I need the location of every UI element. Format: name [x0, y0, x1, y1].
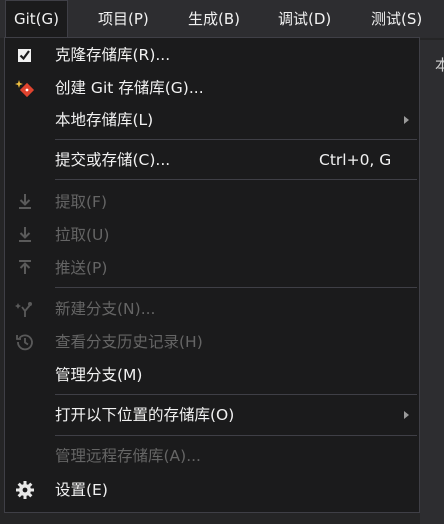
- menu-git[interactable]: Git(G): [5, 0, 68, 39]
- menu-project[interactable]: 项目(P): [90, 0, 157, 38]
- background-hint-text: 本: [434, 56, 444, 74]
- menu-item-create-git-repository[interactable]: 创建 Git 存储库(G)...: [5, 72, 419, 104]
- history-icon: [15, 332, 35, 352]
- menu-item-label: 管理分支(M): [55, 366, 143, 384]
- menu-separator: [55, 179, 417, 180]
- menu-item-label: 设置(E): [55, 481, 108, 499]
- pull-icon: [15, 225, 35, 245]
- menu-item-new-branch[interactable]: 新建分支(N)...: [5, 293, 419, 325]
- menu-debug[interactable]: 调试(D): [270, 0, 339, 38]
- menu-item-label: 本地存储库(L): [55, 111, 154, 129]
- menu-item-manage-branches[interactable]: 管理分支(M): [5, 359, 419, 391]
- menu-item-settings[interactable]: 设置(E): [5, 474, 419, 506]
- menu-separator: [55, 435, 417, 436]
- menu-build[interactable]: 生成(B): [180, 0, 248, 38]
- git-dropdown-menu: 克隆存储库(R)... 创建 Git 存储库(G)... 本地存储库(L) 提交…: [4, 37, 420, 513]
- menu-item-label: 提交或存储(C)...: [55, 151, 171, 169]
- menu-item-manage-remotes[interactable]: 管理远程存储库(A)...: [5, 440, 419, 472]
- menu-item-view-branch-history[interactable]: 查看分支历史记录(H): [5, 326, 419, 358]
- submenu-arrow-icon: [404, 116, 409, 124]
- fetch-icon: [15, 192, 35, 212]
- clone-repository-icon: [15, 45, 35, 65]
- menu-item-label: 查看分支历史记录(H): [55, 333, 203, 351]
- create-git-repository-icon: [15, 78, 35, 98]
- menu-item-commit-or-stash[interactable]: 提交或存储(C)... Ctrl+0, G: [5, 144, 419, 176]
- menu-separator: [55, 394, 417, 395]
- menu-item-push[interactable]: 推送(P): [5, 252, 419, 284]
- push-icon: [15, 258, 35, 278]
- new-branch-icon: [15, 299, 35, 319]
- menu-separator: [55, 287, 417, 288]
- menu-item-pull[interactable]: 拉取(U): [5, 219, 419, 251]
- menu-item-shortcut: Ctrl+0, G: [319, 151, 392, 169]
- menu-item-label: 拉取(U): [55, 226, 110, 244]
- right-panel-edge: [420, 40, 444, 524]
- menu-item-label: 克隆存储库(R)...: [55, 46, 171, 64]
- menu-item-label: 推送(P): [55, 259, 108, 277]
- menu-item-clone-repository[interactable]: 克隆存储库(R)...: [5, 39, 419, 71]
- gear-icon: [15, 480, 35, 500]
- menu-bar: Git(G) 项目(P) 生成(B) 调试(D) 测试(S): [0, 0, 444, 39]
- menu-test[interactable]: 测试(S): [363, 0, 430, 38]
- menu-item-label: 创建 Git 存储库(G)...: [55, 79, 204, 97]
- submenu-arrow-icon: [404, 411, 409, 419]
- menu-item-label: 新建分支(N)...: [55, 300, 156, 318]
- menu-separator: [55, 139, 417, 140]
- menu-item-label: 提取(F): [55, 193, 108, 211]
- menu-item-label: 打开以下位置的存储库(O): [55, 406, 235, 424]
- menu-item-open-repository-from[interactable]: 打开以下位置的存储库(O): [5, 399, 419, 431]
- menu-item-local-repositories[interactable]: 本地存储库(L): [5, 104, 419, 136]
- menu-item-fetch[interactable]: 提取(F): [5, 186, 419, 218]
- menu-item-label: 管理远程存储库(A)...: [55, 447, 201, 465]
